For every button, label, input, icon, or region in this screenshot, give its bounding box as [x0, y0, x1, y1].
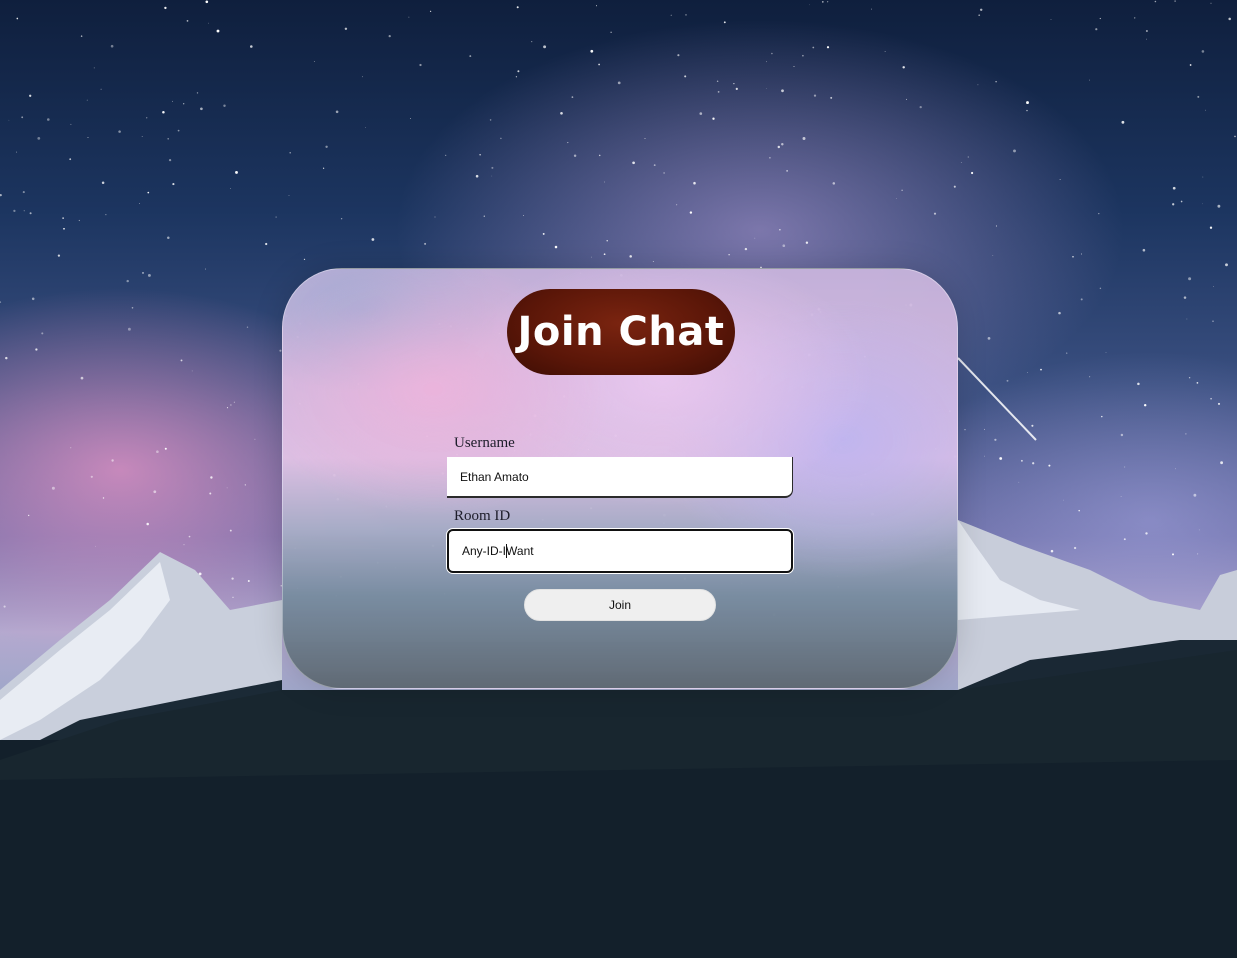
- background-scene: Join Chat Username Ethan Amato Room ID A…: [0, 0, 1237, 958]
- username-input[interactable]: Ethan Amato: [447, 457, 793, 498]
- username-label: Username: [454, 435, 515, 451]
- join-chat-card: Join Chat Username Ethan Amato Room ID A…: [282, 268, 958, 689]
- shooting-star-icon: [957, 357, 1037, 441]
- room-id-input[interactable]: Any-ID-I Want: [447, 529, 793, 573]
- title-pill: Join Chat: [507, 289, 735, 375]
- join-button[interactable]: Join: [524, 589, 716, 621]
- room-id-value-before-caret: Any-ID-I: [462, 544, 507, 558]
- username-value: Ethan Amato: [460, 469, 529, 484]
- page-title: Join Chat: [517, 309, 725, 355]
- room-id-label: Room ID: [454, 508, 511, 524]
- room-id-value-after-caret: Want: [506, 544, 534, 558]
